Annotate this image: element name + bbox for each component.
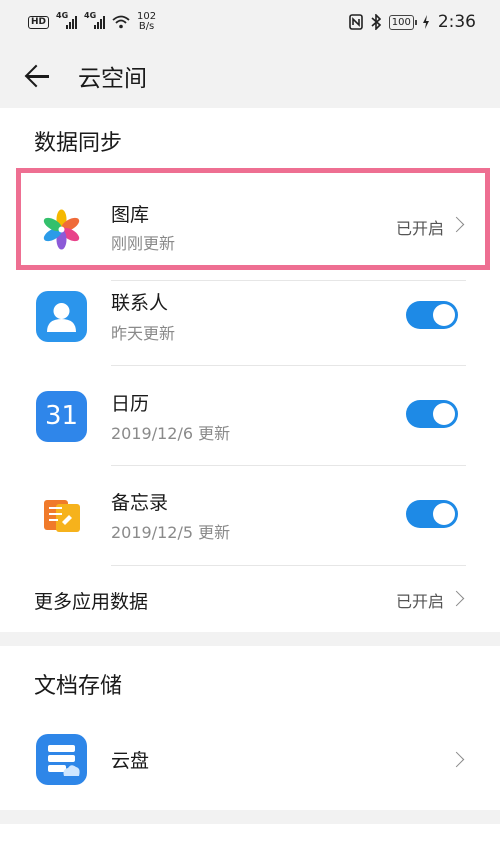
more-app-data-status: 已开启 [395, 592, 444, 611]
notes-toggle[interactable] [406, 500, 458, 528]
divider [111, 465, 466, 466]
notes-row: 备忘录 2019/12/5 更新 [0, 465, 500, 565]
network-speed: 102 B/s [137, 12, 156, 32]
calendar-row: 31 日历 2019/12/6 更新 [0, 365, 500, 465]
cloud-drive-row[interactable]: 云盘 [0, 722, 500, 810]
signal-icon: 4G [84, 11, 106, 29]
divider [111, 280, 466, 281]
calendar-subtitle: 2019/12/6 更新 [111, 424, 231, 443]
divider [111, 565, 466, 566]
hd-badge: HD [28, 15, 50, 29]
divider [111, 365, 466, 366]
notes-subtitle: 2019/12/5 更新 [111, 523, 231, 542]
chevron-right-icon [448, 590, 465, 607]
doc-storage-card: 文档存储 云盘 [0, 646, 500, 810]
highlight-box [16, 168, 490, 270]
calendar-toggle[interactable] [406, 400, 458, 428]
contacts-toggle[interactable] [406, 301, 458, 329]
contacts-subtitle: 昨天更新 [111, 324, 176, 343]
calendar-icon: 31 [36, 391, 87, 442]
network-type-label: 4G [84, 11, 97, 20]
more-app-data-title: 更多应用数据 [34, 591, 149, 613]
notes-title: 备忘录 [111, 492, 169, 514]
network-type-label: 4G [56, 11, 69, 20]
cloud-drive-icon [36, 734, 87, 785]
contacts-title: 联系人 [111, 292, 169, 314]
app-header: 云空间 [0, 44, 500, 108]
nfc-icon [348, 14, 363, 30]
wifi-icon [112, 15, 130, 29]
back-arrow-icon[interactable] [24, 63, 50, 89]
battery-icon: 100 [388, 14, 417, 30]
speed-unit: B/s [138, 21, 155, 32]
next-card [0, 824, 500, 844]
chevron-right-icon [448, 751, 465, 768]
page-title: 云空间 [78, 66, 147, 92]
contacts-icon [36, 291, 87, 342]
more-app-data-row[interactable]: 更多应用数据 已开启 [0, 565, 500, 632]
notes-icon [36, 490, 87, 541]
status-bar: HD 4G 4G 102 B/s 100 2:36 [0, 0, 500, 44]
cloud-drive-title: 云盘 [111, 750, 150, 772]
charging-icon [422, 15, 429, 29]
calendar-title: 日历 [111, 393, 150, 415]
signal-icon: 4G [56, 11, 78, 29]
bluetooth-icon [371, 14, 381, 30]
section-title-data-sync: 数据同步 [34, 131, 123, 156]
clock: 2:36 [437, 12, 476, 32]
section-title-doc-storage: 文档存储 [34, 674, 123, 699]
